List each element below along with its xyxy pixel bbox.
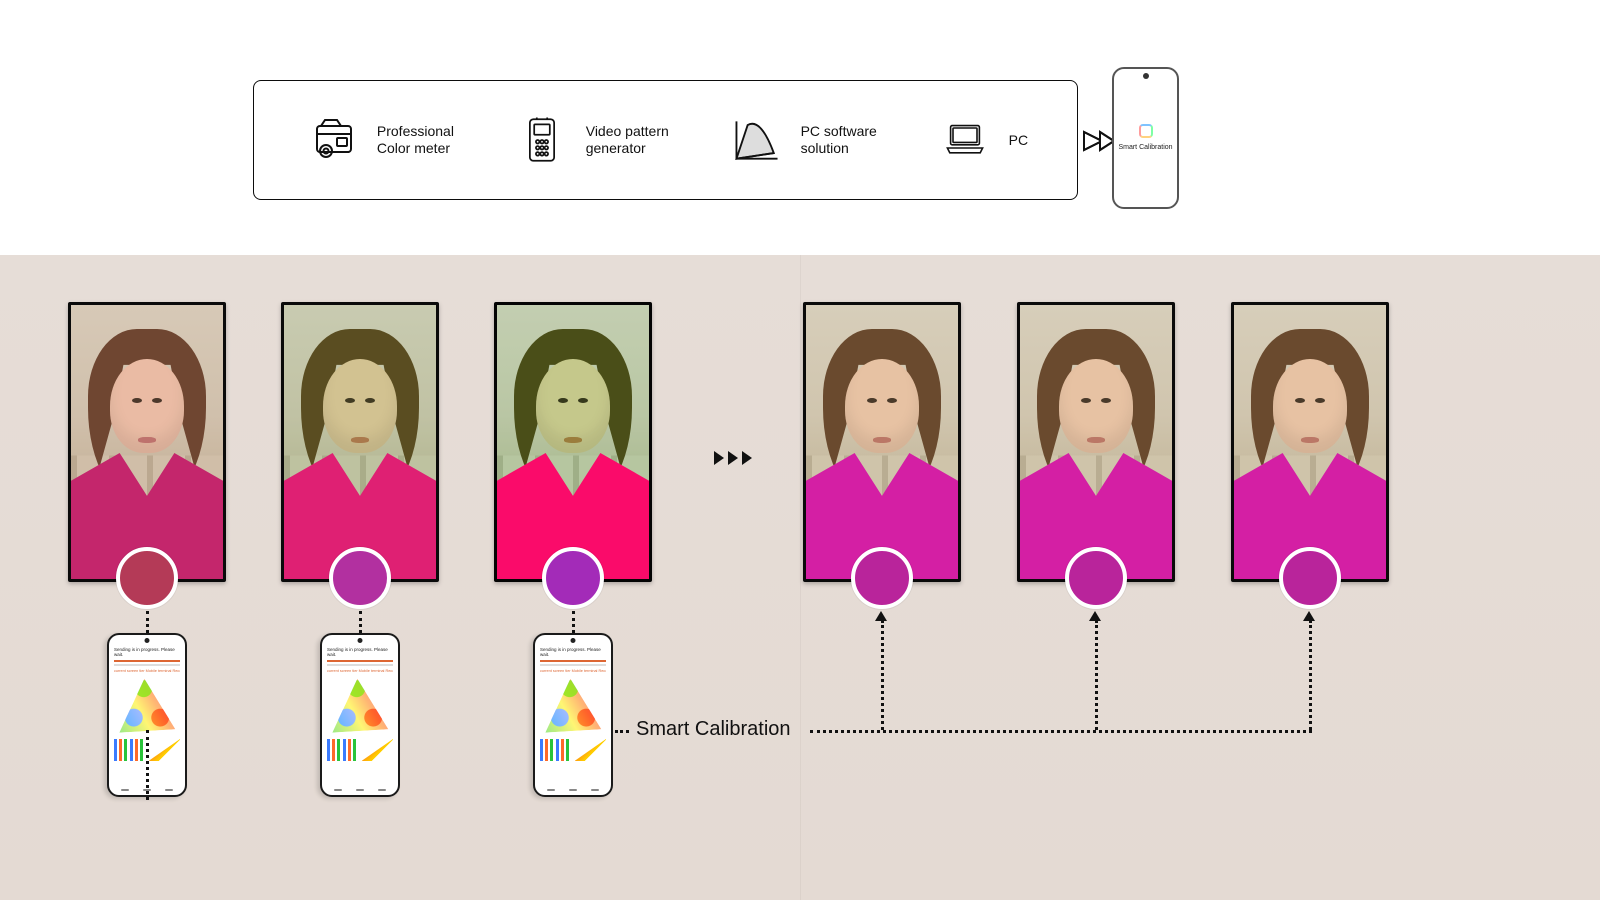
replaces-arrow-icon	[1082, 128, 1116, 159]
pattern-gen-icon	[512, 110, 572, 170]
equip-item-pc: PC	[935, 110, 1028, 170]
connector	[146, 611, 149, 633]
equip-label: Professional Color meter	[377, 123, 454, 157]
laptop-icon	[935, 110, 995, 170]
display-after-2	[1017, 302, 1175, 582]
smart-calibration-label: Smart Calibration	[636, 718, 791, 741]
display-before-3	[494, 302, 652, 582]
legacy-equipment-box: Professional Color meter Video pattern g…	[253, 80, 1078, 200]
pc-software-icon	[727, 110, 787, 170]
connector	[1309, 620, 1312, 730]
calibration-phone-3: Sending is in progress. Please wait. cur…	[533, 633, 613, 797]
connector	[1095, 620, 1098, 730]
connector	[881, 620, 884, 730]
equip-item-pattern-gen: Video pattern generator	[512, 110, 669, 170]
calibration-comparison: Sending is in progress. Please wait. cur…	[0, 255, 1600, 900]
display-before-2	[281, 302, 439, 582]
display-after-1	[803, 302, 961, 582]
bars-icon	[114, 739, 146, 761]
phone-app-label: Smart Calibration	[1118, 144, 1172, 152]
phone-warning: current screen tier Mobile terminal Reco…	[114, 669, 180, 673]
connector	[810, 730, 1312, 733]
arrow-up-icon	[875, 611, 887, 621]
connector	[572, 611, 575, 633]
phone-heading: Sending is in progress. Please wait.	[114, 647, 180, 657]
equip-label: PC	[1009, 132, 1028, 149]
phone-heading: Sending is in progress. Please wait.	[327, 647, 393, 657]
equip-label: PC software solution	[801, 123, 877, 157]
equip-item-color-meter: Professional Color meter	[303, 110, 454, 170]
phone-camera-icon	[358, 638, 363, 643]
phone-camera-icon	[571, 638, 576, 643]
connector	[359, 611, 362, 633]
display-before-1	[68, 302, 226, 582]
color-swatch-after-1	[851, 547, 913, 609]
phone-heading: Sending is in progress. Please wait.	[540, 647, 606, 657]
phone-camera-icon	[1143, 73, 1149, 79]
equipment-replacement-panel: Professional Color meter Video pattern g…	[0, 0, 1600, 255]
smart-calibration-phone: Smart Calibration	[1112, 67, 1179, 209]
gamut-chart-icon	[114, 677, 180, 735]
arrow-up-icon	[1303, 611, 1315, 621]
phone-warning: current screen tier Mobile terminal Reco…	[327, 669, 393, 673]
color-swatch-before-2	[329, 547, 391, 609]
smart-calibration-app-icon	[1139, 124, 1153, 138]
color-swatch-before-1	[116, 547, 178, 609]
display-after-3	[1231, 302, 1389, 582]
phone-warning: current screen tier Mobile terminal Reco…	[540, 669, 606, 673]
color-swatch-after-2	[1065, 547, 1127, 609]
gamut-chart-icon	[540, 677, 606, 735]
color-swatch-before-3	[542, 547, 604, 609]
calibration-phone-2: Sending is in progress. Please wait. cur…	[320, 633, 400, 797]
equip-label: Video pattern generator	[586, 123, 669, 157]
connector	[146, 730, 149, 800]
color-swatch-after-3	[1279, 547, 1341, 609]
phone-camera-icon	[145, 638, 150, 643]
transition-arrows-icon	[714, 451, 752, 465]
equip-item-pc-software: PC software solution	[727, 110, 877, 170]
color-meter-icon	[303, 110, 363, 170]
triangle-icon	[149, 739, 181, 761]
arrow-up-icon	[1089, 611, 1101, 621]
gamut-chart-icon	[327, 677, 393, 735]
connector	[615, 730, 629, 733]
